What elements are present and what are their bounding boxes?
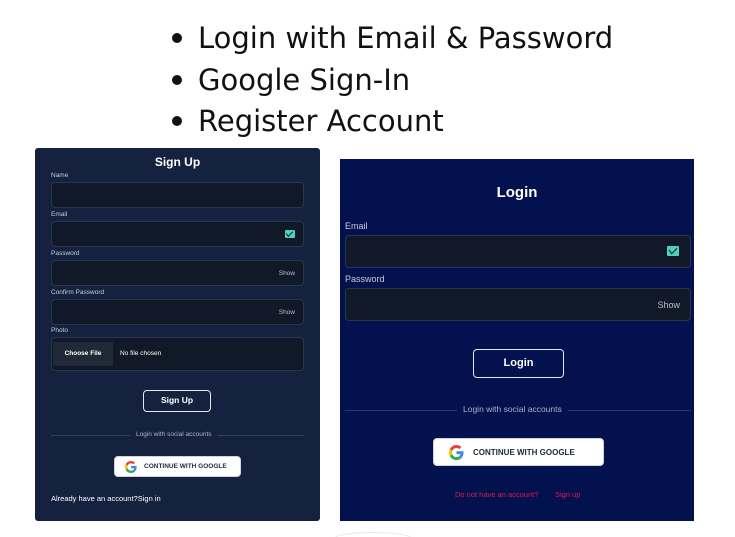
feature-list: Login with Email & Password Google Sign-…	[172, 18, 613, 143]
password-input[interactable]: Show	[345, 288, 691, 321]
password-input[interactable]: Show	[51, 260, 304, 286]
login-title: Login	[496, 184, 538, 201]
google-icon	[449, 445, 464, 460]
password-label: Password	[345, 274, 385, 284]
bullet-icon	[172, 116, 182, 126]
mail-icon	[285, 230, 295, 238]
show-password-toggle[interactable]: Show	[657, 300, 680, 310]
confirm-password-label: Confirm Password	[51, 289, 105, 296]
feature-item: Login with Email & Password	[172, 18, 613, 60]
email-label: Email	[51, 211, 68, 218]
google-button-label: CONTINUE WITH GOOGLE	[144, 463, 227, 470]
login-panel: Login Email Password Show Login Login wi…	[340, 159, 694, 521]
email-label: Email	[345, 221, 368, 231]
signup-panel: Sign Up Name Email Password Show Confirm…	[35, 148, 320, 521]
show-password-toggle[interactable]: Show	[279, 270, 295, 277]
email-input[interactable]	[345, 235, 691, 268]
feature-item: Register Account	[172, 101, 613, 143]
login-button[interactable]: Login	[473, 349, 564, 378]
google-button-label: CONTINUE WITH GOOGLE	[473, 448, 575, 457]
signup-link[interactable]: Sign up	[555, 490, 580, 499]
photo-label: Photo	[51, 327, 68, 334]
signup-title: Sign Up	[154, 155, 201, 169]
email-input[interactable]	[51, 221, 304, 247]
name-input[interactable]	[51, 182, 304, 208]
bullet-icon	[172, 74, 182, 85]
photo-file-input[interactable]: Choose File No file chosen	[51, 337, 304, 371]
file-status: No file chosen	[120, 350, 162, 357]
social-divider-text: Login with social accounts	[457, 404, 568, 414]
show-confirm-toggle[interactable]: Show	[279, 309, 295, 316]
social-divider-text: Login with social accounts	[130, 431, 218, 438]
choose-file-button[interactable]: Choose File	[53, 342, 113, 366]
google-signin-button[interactable]: CONTINUE WITH GOOGLE	[433, 438, 604, 466]
signup-button[interactable]: Sign Up	[143, 390, 211, 412]
confirm-password-input[interactable]: Show	[51, 299, 304, 325]
name-label: Name	[51, 172, 69, 179]
google-icon	[125, 461, 137, 473]
mail-icon	[667, 246, 679, 256]
decorative-arc	[333, 532, 413, 537]
no-account-text: Do not have an account?	[455, 490, 539, 499]
google-signin-button[interactable]: CONTINUE WITH GOOGLE	[114, 456, 241, 477]
bullet-icon	[172, 33, 182, 43]
password-label: Password	[51, 250, 80, 257]
feature-item: Google Sign-In	[172, 60, 613, 102]
signin-link[interactable]: Already have an account?Sign in	[51, 494, 161, 503]
